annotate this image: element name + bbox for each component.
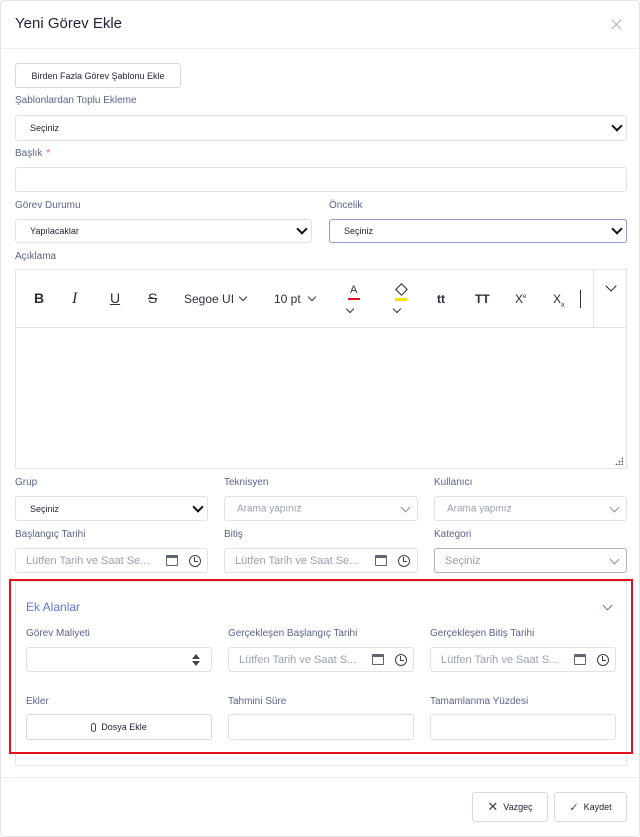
font-color-button[interactable]: A: [350, 284, 357, 296]
uppercase-button[interactable]: TT: [475, 292, 490, 306]
technician-search[interactable]: Arama yapınız: [224, 496, 418, 521]
save-button[interactable]: ✓ Kaydet: [554, 792, 627, 822]
start-date-label: Başlangıç Tarihi: [15, 529, 86, 540]
chevron-down-icon: [192, 500, 204, 513]
lowercase-button[interactable]: tt: [437, 292, 445, 306]
editor-content-area[interactable]: [16, 328, 626, 468]
status-select[interactable]: Yapılacaklar: [15, 219, 312, 243]
chevron-down-icon: [238, 292, 248, 302]
add-multiple-templates-button[interactable]: Birden Fazla Görev Şablonu Ekle: [15, 63, 181, 88]
chevron-down-icon: [609, 554, 620, 564]
chevron-down-icon: [345, 304, 355, 314]
technician-label: Teknisyen: [224, 477, 269, 488]
chevron-down-icon: [392, 304, 402, 314]
font-family-select[interactable]: Segoe UI: [184, 292, 234, 306]
toolbar-separator: [593, 270, 594, 328]
chevron-down-icon: [609, 502, 620, 512]
more-options-chevron-icon[interactable]: [605, 280, 617, 292]
priority-select[interactable]: Seçiniz: [329, 219, 627, 243]
user-label: Kullanıcı: [434, 477, 473, 488]
new-task-modal: Yeni Görev Ekle Birden Fazla Görev Şablo…: [0, 0, 640, 837]
cancel-button[interactable]: ✕ Vazgeç: [472, 792, 548, 822]
category-select[interactable]: Seçiniz: [434, 548, 627, 573]
subscript-button[interactable]: Xa: [553, 292, 564, 308]
font-color-bar: [348, 298, 360, 300]
description-label: Açıklama: [15, 251, 57, 262]
font-size-select[interactable]: 10 pt: [274, 292, 301, 306]
end-date-input[interactable]: Lütfen Tarih ve Saat Se...: [224, 548, 418, 573]
priority-label: Öncelik: [329, 200, 363, 211]
status-label: Görev Durumu: [15, 200, 81, 211]
check-icon: ✓: [569, 801, 579, 814]
bulk-template-select[interactable]: Seçiniz: [15, 115, 627, 141]
category-label: Kategori: [434, 529, 472, 540]
chevron-down-icon: [611, 223, 623, 235]
fill-color-icon[interactable]: [395, 283, 408, 296]
fill-color-bar: [395, 298, 407, 301]
group-select[interactable]: Seçiniz: [15, 496, 208, 521]
bulk-template-label: Şablonlardan Toplu Ekleme: [15, 95, 137, 106]
footer-divider: [1, 777, 639, 778]
chevron-down-icon: [296, 223, 308, 235]
editor-toolbar: B I U S Segoe UI 10 pt A tt TT Xe Xa: [16, 270, 626, 328]
modal-title: Yeni Görev Ekle: [15, 15, 123, 32]
italic-button[interactable]: I: [72, 290, 77, 308]
chevron-down-icon: [307, 292, 317, 302]
user-search[interactable]: Arama yapınız: [434, 496, 627, 521]
chevron-down-icon: [611, 120, 623, 132]
close-icon: ✕: [487, 799, 499, 814]
clock-icon[interactable]: [189, 555, 201, 567]
end-date-label: Bitiş: [224, 529, 243, 540]
group-label: Grup: [15, 477, 38, 488]
clock-icon[interactable]: [398, 555, 410, 567]
rich-text-editor: B I U S Segoe UI 10 pt A tt TT Xe Xa: [15, 269, 627, 469]
toolbar-divider: [580, 290, 581, 308]
calendar-icon[interactable]: [375, 555, 387, 566]
underline-button[interactable]: U: [110, 290, 120, 306]
close-icon[interactable]: [609, 17, 625, 33]
start-date-input[interactable]: Lütfen Tarih ve Saat Se...: [15, 548, 208, 573]
title-input[interactable]: [15, 167, 627, 192]
modal-header: Yeni Görev Ekle: [1, 1, 639, 49]
chevron-down-icon: [400, 502, 411, 512]
highlight-box: [9, 579, 633, 754]
bold-button[interactable]: B: [34, 290, 44, 306]
superscript-button[interactable]: Xe: [515, 292, 526, 306]
title-label: Başlık *: [15, 148, 51, 159]
strikethrough-button[interactable]: S: [148, 290, 157, 306]
calendar-icon[interactable]: [166, 555, 178, 566]
